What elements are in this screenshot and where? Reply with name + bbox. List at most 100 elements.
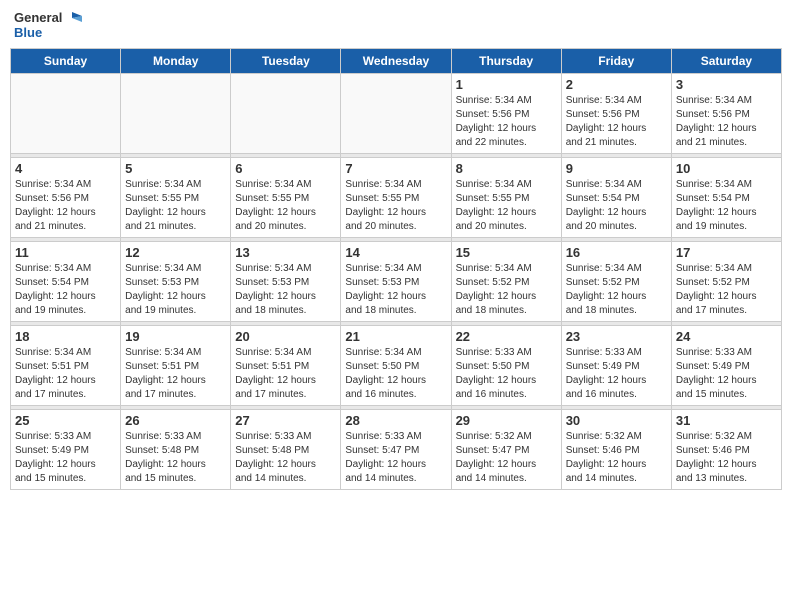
calendar-cell: 30 Sunrise: 5:32 AM Sunset: 5:46 PM Dayli… — [561, 410, 671, 490]
calendar-week-4: 18 Sunrise: 5:34 AM Sunset: 5:51 PM Dayli… — [11, 326, 782, 406]
logo-bird-icon — [64, 10, 86, 26]
day-number: 3 — [676, 77, 777, 92]
day-number: 31 — [676, 413, 777, 428]
day-info: Sunrise: 5:34 AM Sunset: 5:53 PM Dayligh… — [125, 262, 226, 318]
day-number: 21 — [345, 329, 446, 344]
day-info: Sunrise: 5:34 AM Sunset: 5:54 PM Dayligh… — [15, 262, 116, 318]
calendar-week-2: 4Sunrise: 5:34 AM Sunset: 5:56 PM Daylig… — [11, 158, 782, 238]
calendar-cell: 2 Sunrise: 5:34 AM Sunset: 5:56 PM Daylig… — [561, 74, 671, 154]
calendar-cell: 1Sunrise: 5:34 AM Sunset: 5:56 PM Daylig… — [451, 74, 561, 154]
day-number: 23 — [566, 329, 667, 344]
day-of-week-saturday: Saturday — [671, 49, 781, 74]
calendar-cell: 29 Sunrise: 5:32 AM Sunset: 5:47 PM Dayli… — [451, 410, 561, 490]
day-info: Sunrise: 5:33 AM Sunset: 5:49 PM Dayligh… — [15, 430, 116, 486]
day-info: Sunrise: 5:34 AM Sunset: 5:51 PM Dayligh… — [15, 346, 116, 402]
day-number: 16 — [566, 245, 667, 260]
day-info: Sunrise: 5:34 AM Sunset: 5:55 PM Dayligh… — [345, 178, 446, 234]
calendar-cell: 20 Sunrise: 5:34 AM Sunset: 5:51 PM Dayli… — [231, 326, 341, 406]
day-number: 27 — [235, 413, 336, 428]
calendar-cell: 15 Sunrise: 5:34 AM Sunset: 5:52 PM Dayli… — [451, 242, 561, 322]
day-of-week-wednesday: Wednesday — [341, 49, 451, 74]
calendar-cell: 8Sunrise: 5:34 AM Sunset: 5:55 PM Daylig… — [451, 158, 561, 238]
day-info: Sunrise: 5:34 AM Sunset: 5:52 PM Dayligh… — [676, 262, 777, 318]
calendar-cell: 23 Sunrise: 5:33 AM Sunset: 5:49 PM Dayli… — [561, 326, 671, 406]
day-number: 7 — [345, 161, 446, 176]
day-info: Sunrise: 5:32 AM Sunset: 5:46 PM Dayligh… — [676, 430, 777, 486]
day-number: 18 — [15, 329, 116, 344]
day-number: 24 — [676, 329, 777, 344]
day-of-week-friday: Friday — [561, 49, 671, 74]
calendar-cell: 14Sunrise: 5:34 AM Sunset: 5:53 PM Dayli… — [341, 242, 451, 322]
calendar-cell: 6 Sunrise: 5:34 AM Sunset: 5:55 PM Daylig… — [231, 158, 341, 238]
calendar-cell: 4Sunrise: 5:34 AM Sunset: 5:56 PM Daylig… — [11, 158, 121, 238]
calendar-cell — [231, 74, 341, 154]
calendar-table: SundayMondayTuesdayWednesdayThursdayFrid… — [10, 48, 782, 490]
day-info: Sunrise: 5:33 AM Sunset: 5:49 PM Dayligh… — [566, 346, 667, 402]
logo-blue-text: Blue — [14, 26, 42, 40]
day-of-week-tuesday: Tuesday — [231, 49, 341, 74]
logo: General Blue — [14, 10, 86, 40]
day-number: 20 — [235, 329, 336, 344]
day-info: Sunrise: 5:34 AM Sunset: 5:56 PM Dayligh… — [566, 94, 667, 150]
day-number: 8 — [456, 161, 557, 176]
calendar-cell: 17 Sunrise: 5:34 AM Sunset: 5:52 PM Dayli… — [671, 242, 781, 322]
day-of-week-monday: Monday — [121, 49, 231, 74]
day-info: Sunrise: 5:34 AM Sunset: 5:51 PM Dayligh… — [235, 346, 336, 402]
day-number: 29 — [456, 413, 557, 428]
calendar-cell: 24 Sunrise: 5:33 AM Sunset: 5:49 PM Dayli… — [671, 326, 781, 406]
day-number: 19 — [125, 329, 226, 344]
day-info: Sunrise: 5:33 AM Sunset: 5:49 PM Dayligh… — [676, 346, 777, 402]
day-of-week-sunday: Sunday — [11, 49, 121, 74]
day-number: 12 — [125, 245, 226, 260]
calendar-cell: 27 Sunrise: 5:33 AM Sunset: 5:48 PM Dayli… — [231, 410, 341, 490]
day-info: Sunrise: 5:34 AM Sunset: 5:55 PM Dayligh… — [125, 178, 226, 234]
calendar-header-row: SundayMondayTuesdayWednesdayThursdayFrid… — [11, 49, 782, 74]
logo-general-text: General — [14, 11, 62, 25]
day-number: 6 — [235, 161, 336, 176]
calendar-cell: 5 Sunrise: 5:34 AM Sunset: 5:55 PM Daylig… — [121, 158, 231, 238]
day-info: Sunrise: 5:34 AM Sunset: 5:50 PM Dayligh… — [345, 346, 446, 402]
day-info: Sunrise: 5:34 AM Sunset: 5:52 PM Dayligh… — [456, 262, 557, 318]
day-info: Sunrise: 5:34 AM Sunset: 5:55 PM Dayligh… — [235, 178, 336, 234]
calendar-cell: 25Sunrise: 5:33 AM Sunset: 5:49 PM Dayli… — [11, 410, 121, 490]
day-number: 22 — [456, 329, 557, 344]
calendar-week-3: 11Sunrise: 5:34 AM Sunset: 5:54 PM Dayli… — [11, 242, 782, 322]
calendar-cell: 28Sunrise: 5:33 AM Sunset: 5:47 PM Dayli… — [341, 410, 451, 490]
calendar-cell: 12 Sunrise: 5:34 AM Sunset: 5:53 PM Dayli… — [121, 242, 231, 322]
day-number: 2 — [566, 77, 667, 92]
calendar-cell: 16Sunrise: 5:34 AM Sunset: 5:52 PM Dayli… — [561, 242, 671, 322]
calendar-cell: 22Sunrise: 5:33 AM Sunset: 5:50 PM Dayli… — [451, 326, 561, 406]
day-number: 30 — [566, 413, 667, 428]
day-number: 9 — [566, 161, 667, 176]
logo-container: General Blue — [14, 10, 86, 40]
calendar-cell: 7 Sunrise: 5:34 AM Sunset: 5:55 PM Daylig… — [341, 158, 451, 238]
day-number: 14 — [345, 245, 446, 260]
day-number: 13 — [235, 245, 336, 260]
day-number: 17 — [676, 245, 777, 260]
calendar-cell: 10 Sunrise: 5:34 AM Sunset: 5:54 PM Dayli… — [671, 158, 781, 238]
calendar-cell: 3 Sunrise: 5:34 AM Sunset: 5:56 PM Daylig… — [671, 74, 781, 154]
calendar-week-5: 25Sunrise: 5:33 AM Sunset: 5:49 PM Dayli… — [11, 410, 782, 490]
calendar-cell: 18 Sunrise: 5:34 AM Sunset: 5:51 PM Dayli… — [11, 326, 121, 406]
calendar-cell: 26Sunrise: 5:33 AM Sunset: 5:48 PM Dayli… — [121, 410, 231, 490]
calendar-cell — [341, 74, 451, 154]
day-info: Sunrise: 5:32 AM Sunset: 5:47 PM Dayligh… — [456, 430, 557, 486]
page-header: General Blue — [10, 10, 782, 40]
calendar-cell: 19Sunrise: 5:34 AM Sunset: 5:51 PM Dayli… — [121, 326, 231, 406]
calendar-cell: 9Sunrise: 5:34 AM Sunset: 5:54 PM Daylig… — [561, 158, 671, 238]
day-info: Sunrise: 5:34 AM Sunset: 5:56 PM Dayligh… — [456, 94, 557, 150]
day-info: Sunrise: 5:34 AM Sunset: 5:56 PM Dayligh… — [676, 94, 777, 150]
day-info: Sunrise: 5:32 AM Sunset: 5:46 PM Dayligh… — [566, 430, 667, 486]
calendar-cell: 21 Sunrise: 5:34 AM Sunset: 5:50 PM Dayli… — [341, 326, 451, 406]
day-info: Sunrise: 5:33 AM Sunset: 5:48 PM Dayligh… — [235, 430, 336, 486]
day-info: Sunrise: 5:33 AM Sunset: 5:48 PM Dayligh… — [125, 430, 226, 486]
calendar-cell: 11Sunrise: 5:34 AM Sunset: 5:54 PM Dayli… — [11, 242, 121, 322]
calendar-week-1: 1Sunrise: 5:34 AM Sunset: 5:56 PM Daylig… — [11, 74, 782, 154]
day-of-week-thursday: Thursday — [451, 49, 561, 74]
day-number: 10 — [676, 161, 777, 176]
calendar-cell: 31 Sunrise: 5:32 AM Sunset: 5:46 PM Dayli… — [671, 410, 781, 490]
day-info: Sunrise: 5:34 AM Sunset: 5:53 PM Dayligh… — [235, 262, 336, 318]
day-number: 15 — [456, 245, 557, 260]
day-info: Sunrise: 5:34 AM Sunset: 5:54 PM Dayligh… — [676, 178, 777, 234]
day-number: 5 — [125, 161, 226, 176]
